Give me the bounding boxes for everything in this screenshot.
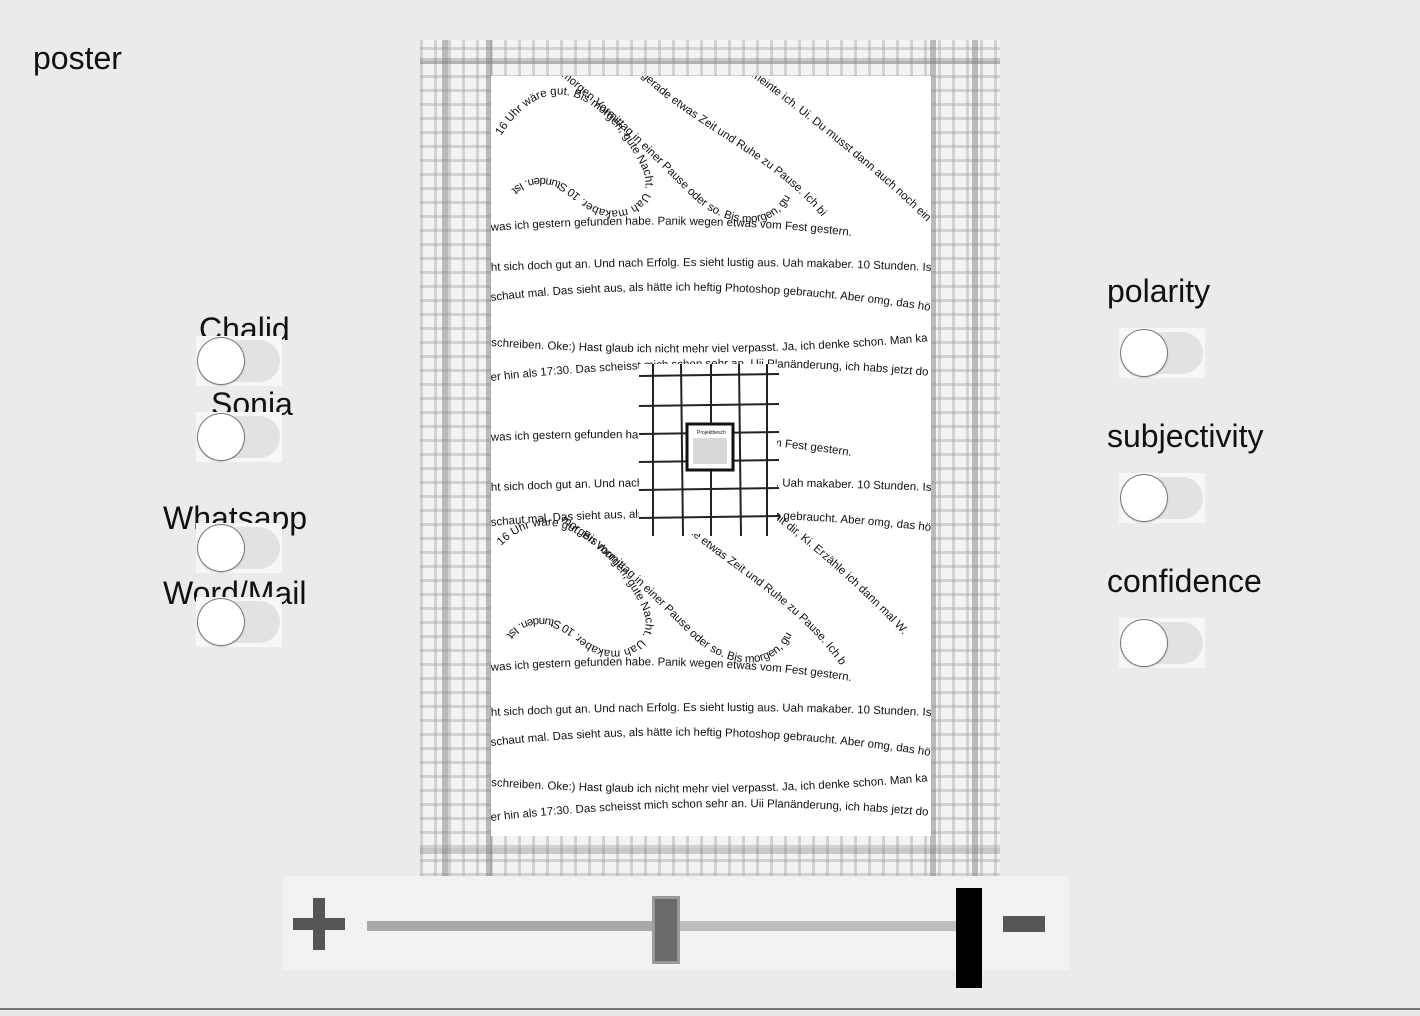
svg-text:schaut mal. Das sieht aus, als: schaut mal. Das sieht aus, als hätte ich…	[491, 282, 931, 314]
zoom-control	[283, 876, 1069, 970]
svg-text:ht sich doch gut an. Und nach: ht sich doch gut an. Und nach Erfolg. Es…	[491, 76, 931, 274]
toggle-whatsapp[interactable]	[196, 523, 282, 573]
poster-text-art: 16 Uhr wäre gut. Bis morgen, gute Nacht.…	[491, 76, 931, 824]
svg-text:schreiben. Oke:) Hast glaub ic: schreiben. Oke:) Hast glaub ich nicht me…	[491, 332, 929, 355]
poster-text-line: was ich gestern gefunden habe. Panik weg…	[491, 216, 853, 239]
svg-text:schreiben. Oke:) Hast glaub ic: schreiben. Oke:) Hast glaub ich nicht me…	[491, 772, 929, 795]
toggle-label-confidence: confidence	[1107, 563, 1262, 599]
toggle-knob	[1121, 330, 1167, 376]
svg-text:was ich gestern gefunden habe.: was ich gestern gefunden habe. Panik weg…	[491, 216, 853, 239]
zoom-out-button[interactable]	[1003, 916, 1045, 932]
toggle-label-subjectivity: subjectivity	[1107, 418, 1264, 454]
poster-text-line: ht sich doch gut an. Und nach Erfolg. Es…	[491, 76, 931, 274]
toggle-sonja[interactable]	[196, 412, 282, 462]
poster-text-line: schreiben. Oke:) Hast glaub ich nicht me…	[491, 332, 929, 355]
svg-text:was ich gestern gefunden habe.: was ich gestern gefunden habe. Panik weg…	[491, 656, 853, 684]
toggle-wordmail[interactable]	[196, 597, 282, 647]
toggle-subjectivity[interactable]	[1119, 473, 1205, 523]
zoom-position-marker[interactable]	[956, 888, 982, 988]
poster-text-line: schreiben. Oke:) Hast glaub ich nicht me…	[491, 772, 929, 795]
poster-text-line: was ich gestern gefunden habe. Panik weg…	[491, 656, 853, 684]
app-title: poster	[33, 40, 122, 76]
toggle-knob	[198, 599, 244, 645]
toggle-knob	[1121, 620, 1167, 666]
toggle-knob	[198, 414, 244, 460]
toggle-knob	[1121, 475, 1167, 521]
toggle-knob	[198, 338, 244, 384]
zoom-slider-fill	[367, 921, 666, 931]
svg-text:schaut mal. Das sieht aus, als: schaut mal. Das sieht aus, als hätte ich…	[491, 727, 931, 759]
app-window: poster 16 Uhr wäre gut. Bis morgen, gute…	[0, 0, 1420, 1016]
zoom-in-button[interactable]	[291, 896, 347, 952]
toggle-chalid[interactable]	[196, 336, 282, 386]
bottom-divider	[0, 1008, 1420, 1016]
poster-inset-thumbnail[interactable]: Projektbesch	[685, 422, 735, 472]
poster-preview: 16 Uhr wäre gut. Bis morgen, gute Nacht.…	[491, 76, 931, 836]
poster-text-line: schaut mal. Das sieht aus, als hätte ich…	[491, 282, 931, 314]
inset-label: Projektbesch	[697, 430, 726, 436]
svg-text:16 Uhr wäre gut. Bis morgen, g: 16 Uhr wäre gut. Bis morgen, gute Nacht.…	[494, 85, 655, 219]
zoom-slider-handle[interactable]	[651, 896, 680, 964]
toggle-polarity[interactable]	[1119, 328, 1205, 378]
poster-text-line: schaut mal. Das sieht aus, als hätte ich…	[491, 727, 931, 759]
toggle-label-polarity: polarity	[1107, 273, 1211, 309]
poster-text-line: 16 Uhr wäre gut. Bis morgen, gute Nacht.…	[495, 516, 655, 659]
toggle-knob	[198, 525, 244, 571]
poster-text-line: 16 Uhr wäre gut. Bis morgen, gute Nacht.…	[494, 85, 655, 219]
toggle-confidence[interactable]	[1119, 618, 1205, 668]
svg-text:16 Uhr wäre gut. Bis morgen, g: 16 Uhr wäre gut. Bis morgen, gute Nacht.…	[495, 516, 655, 659]
